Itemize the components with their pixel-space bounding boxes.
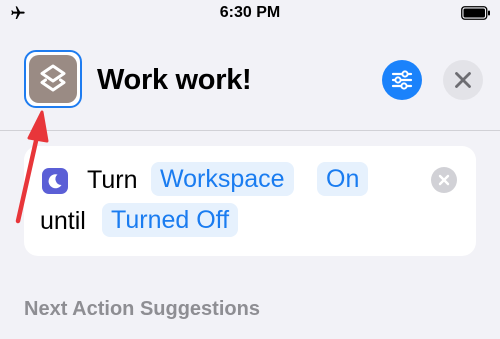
status-bar: 6:30 PM [0, 0, 500, 30]
status-time: 6:30 PM [219, 4, 281, 21]
sliders-icon [391, 70, 413, 90]
shortcut-header: Work work! [0, 30, 500, 131]
settings-button[interactable] [382, 60, 422, 100]
action-verb: Turn [87, 166, 138, 194]
focus-action-card[interactable]: Turn Workspace On until Turned Off [24, 146, 476, 256]
battery-icon [461, 6, 490, 20]
focus-action-icon [42, 168, 68, 194]
layers-icon [40, 64, 66, 92]
moon-icon [48, 174, 62, 189]
close-icon [455, 72, 471, 88]
action-connector: until [40, 207, 86, 235]
shortcut-icon-button[interactable] [24, 50, 82, 108]
close-button[interactable] [443, 60, 483, 100]
clear-icon [438, 174, 450, 186]
remove-action-button[interactable] [431, 167, 457, 193]
shortcut-title[interactable]: Work work! [97, 64, 252, 97]
shortcut-icon [29, 55, 77, 103]
until-condition-token[interactable]: Turned Off [102, 203, 239, 237]
next-action-suggestions-title: Next Action Suggestions [24, 298, 260, 320]
focus-mode-token[interactable]: Workspace [151, 162, 294, 196]
state-token[interactable]: On [317, 162, 369, 196]
